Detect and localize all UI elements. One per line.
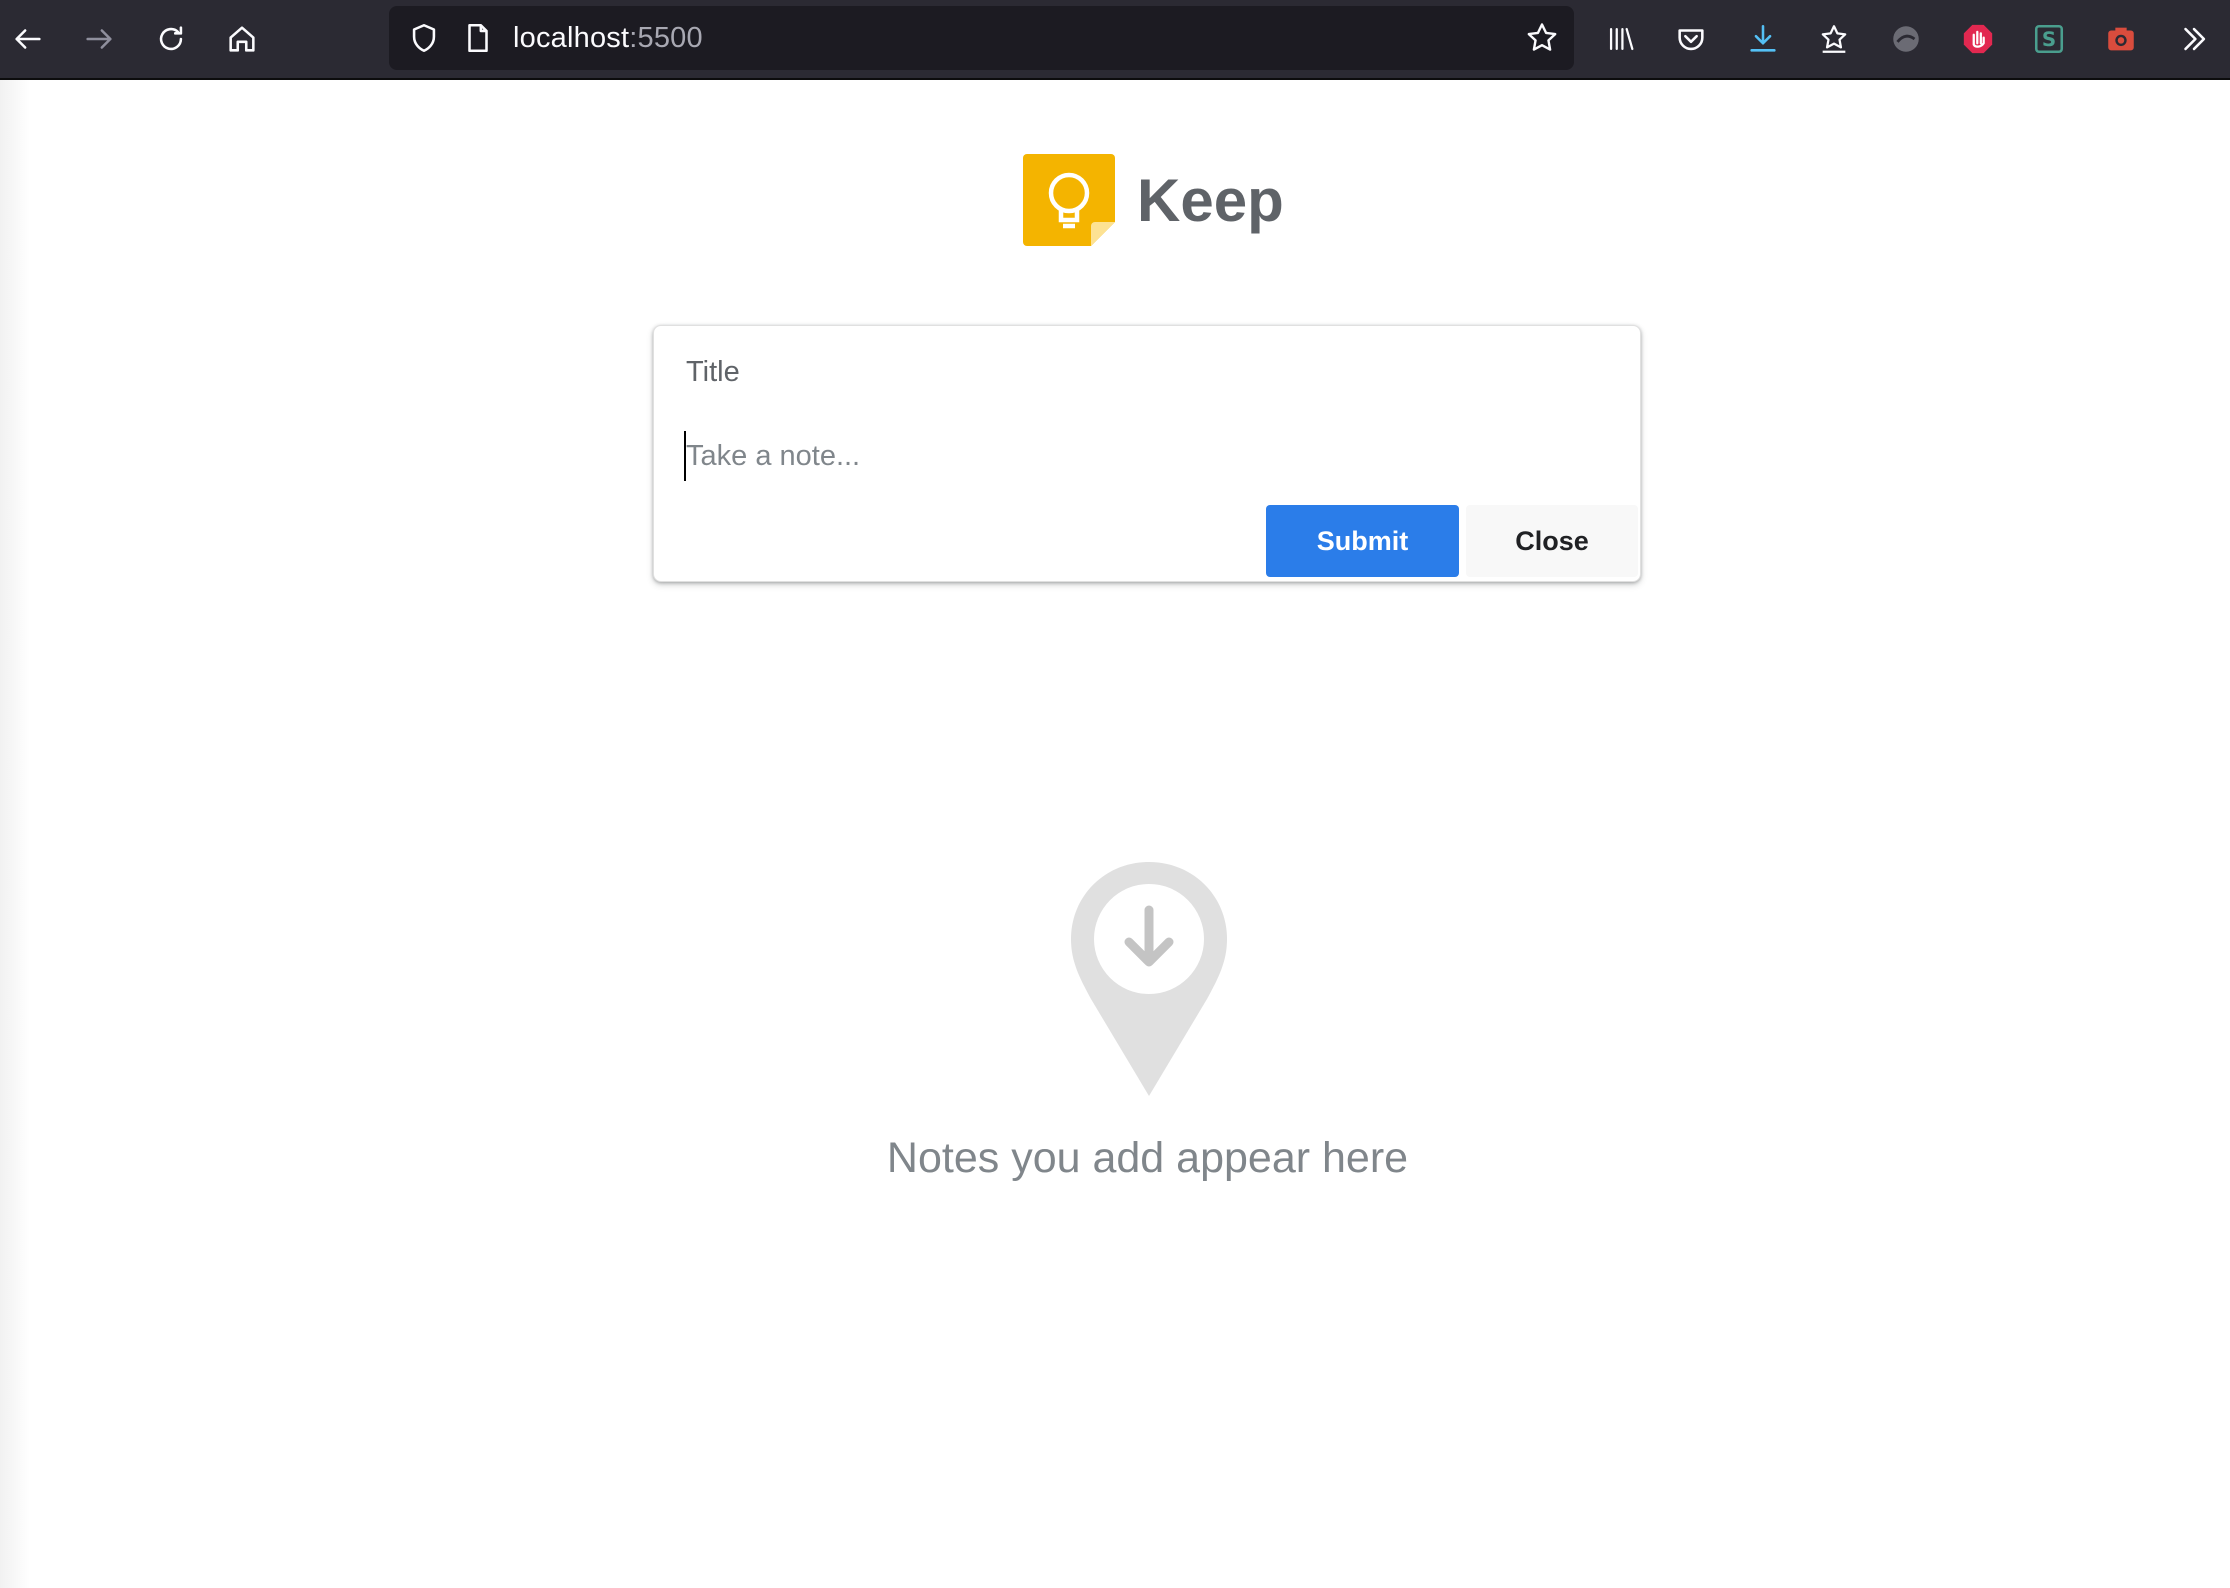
library-button[interactable] <box>1593 11 1649 67</box>
app-title: Keep <box>1137 166 1284 234</box>
note-form: Submit Close <box>653 325 1641 582</box>
reload-icon <box>159 26 183 51</box>
chevrons-right-icon <box>2184 27 2206 51</box>
extension-s-button[interactable]: S <box>2021 11 2077 67</box>
s-square-icon: S <box>2034 24 2064 54</box>
arrow-right-icon <box>86 29 112 49</box>
downloads-button[interactable] <box>1735 11 1791 67</box>
library-icon <box>1609 27 1634 51</box>
back-button[interactable] <box>0 11 56 67</box>
pocket-button[interactable] <box>1663 11 1719 67</box>
url-port: :5500 <box>629 22 703 54</box>
url-host: localhost <box>513 22 630 54</box>
arrow-left-icon <box>15 29 41 49</box>
home-icon <box>229 26 255 52</box>
app-header: Keep <box>1021 150 1284 250</box>
hand-stop-icon <box>1963 24 1993 54</box>
shield-icon[interactable] <box>407 21 441 55</box>
bookmark-star-icon[interactable] <box>1524 20 1560 56</box>
submit-button[interactable]: Submit <box>1266 505 1459 577</box>
forward-button[interactable] <box>71 11 127 67</box>
empty-state-message: Notes you add appear here <box>886 1134 1409 1182</box>
extension-globe-icon <box>1893 26 1919 52</box>
overflow-button[interactable] <box>2166 11 2222 67</box>
pocket-icon <box>1678 29 1704 51</box>
note-body-input[interactable] <box>684 431 1586 481</box>
home-button[interactable] <box>214 11 270 67</box>
star-badge-icon <box>1821 25 1847 53</box>
page-left-edge <box>0 80 30 1588</box>
extension-gray-button[interactable] <box>1878 11 1934 67</box>
note-title-input[interactable] <box>684 346 1588 398</box>
close-button[interactable]: Close <box>1466 505 1638 577</box>
page-icon <box>468 23 488 53</box>
extension-red-button[interactable] <box>1950 11 2006 67</box>
url-text[interactable]: localhost:5500 <box>513 6 703 70</box>
svg-text:S: S <box>2042 28 2056 51</box>
reload-button[interactable] <box>143 11 199 67</box>
extensions-star-button[interactable] <box>1806 11 1862 67</box>
browser-toolbar: localhost:5500 S <box>0 0 2230 80</box>
screenshot-button[interactable] <box>2093 11 2149 67</box>
keep-logo-icon <box>1023 154 1115 246</box>
address-bar[interactable]: localhost:5500 <box>389 6 1574 70</box>
empty-notes-icon <box>1071 862 1227 1096</box>
camera-icon <box>2108 27 2134 51</box>
download-icon <box>1750 24 1776 52</box>
